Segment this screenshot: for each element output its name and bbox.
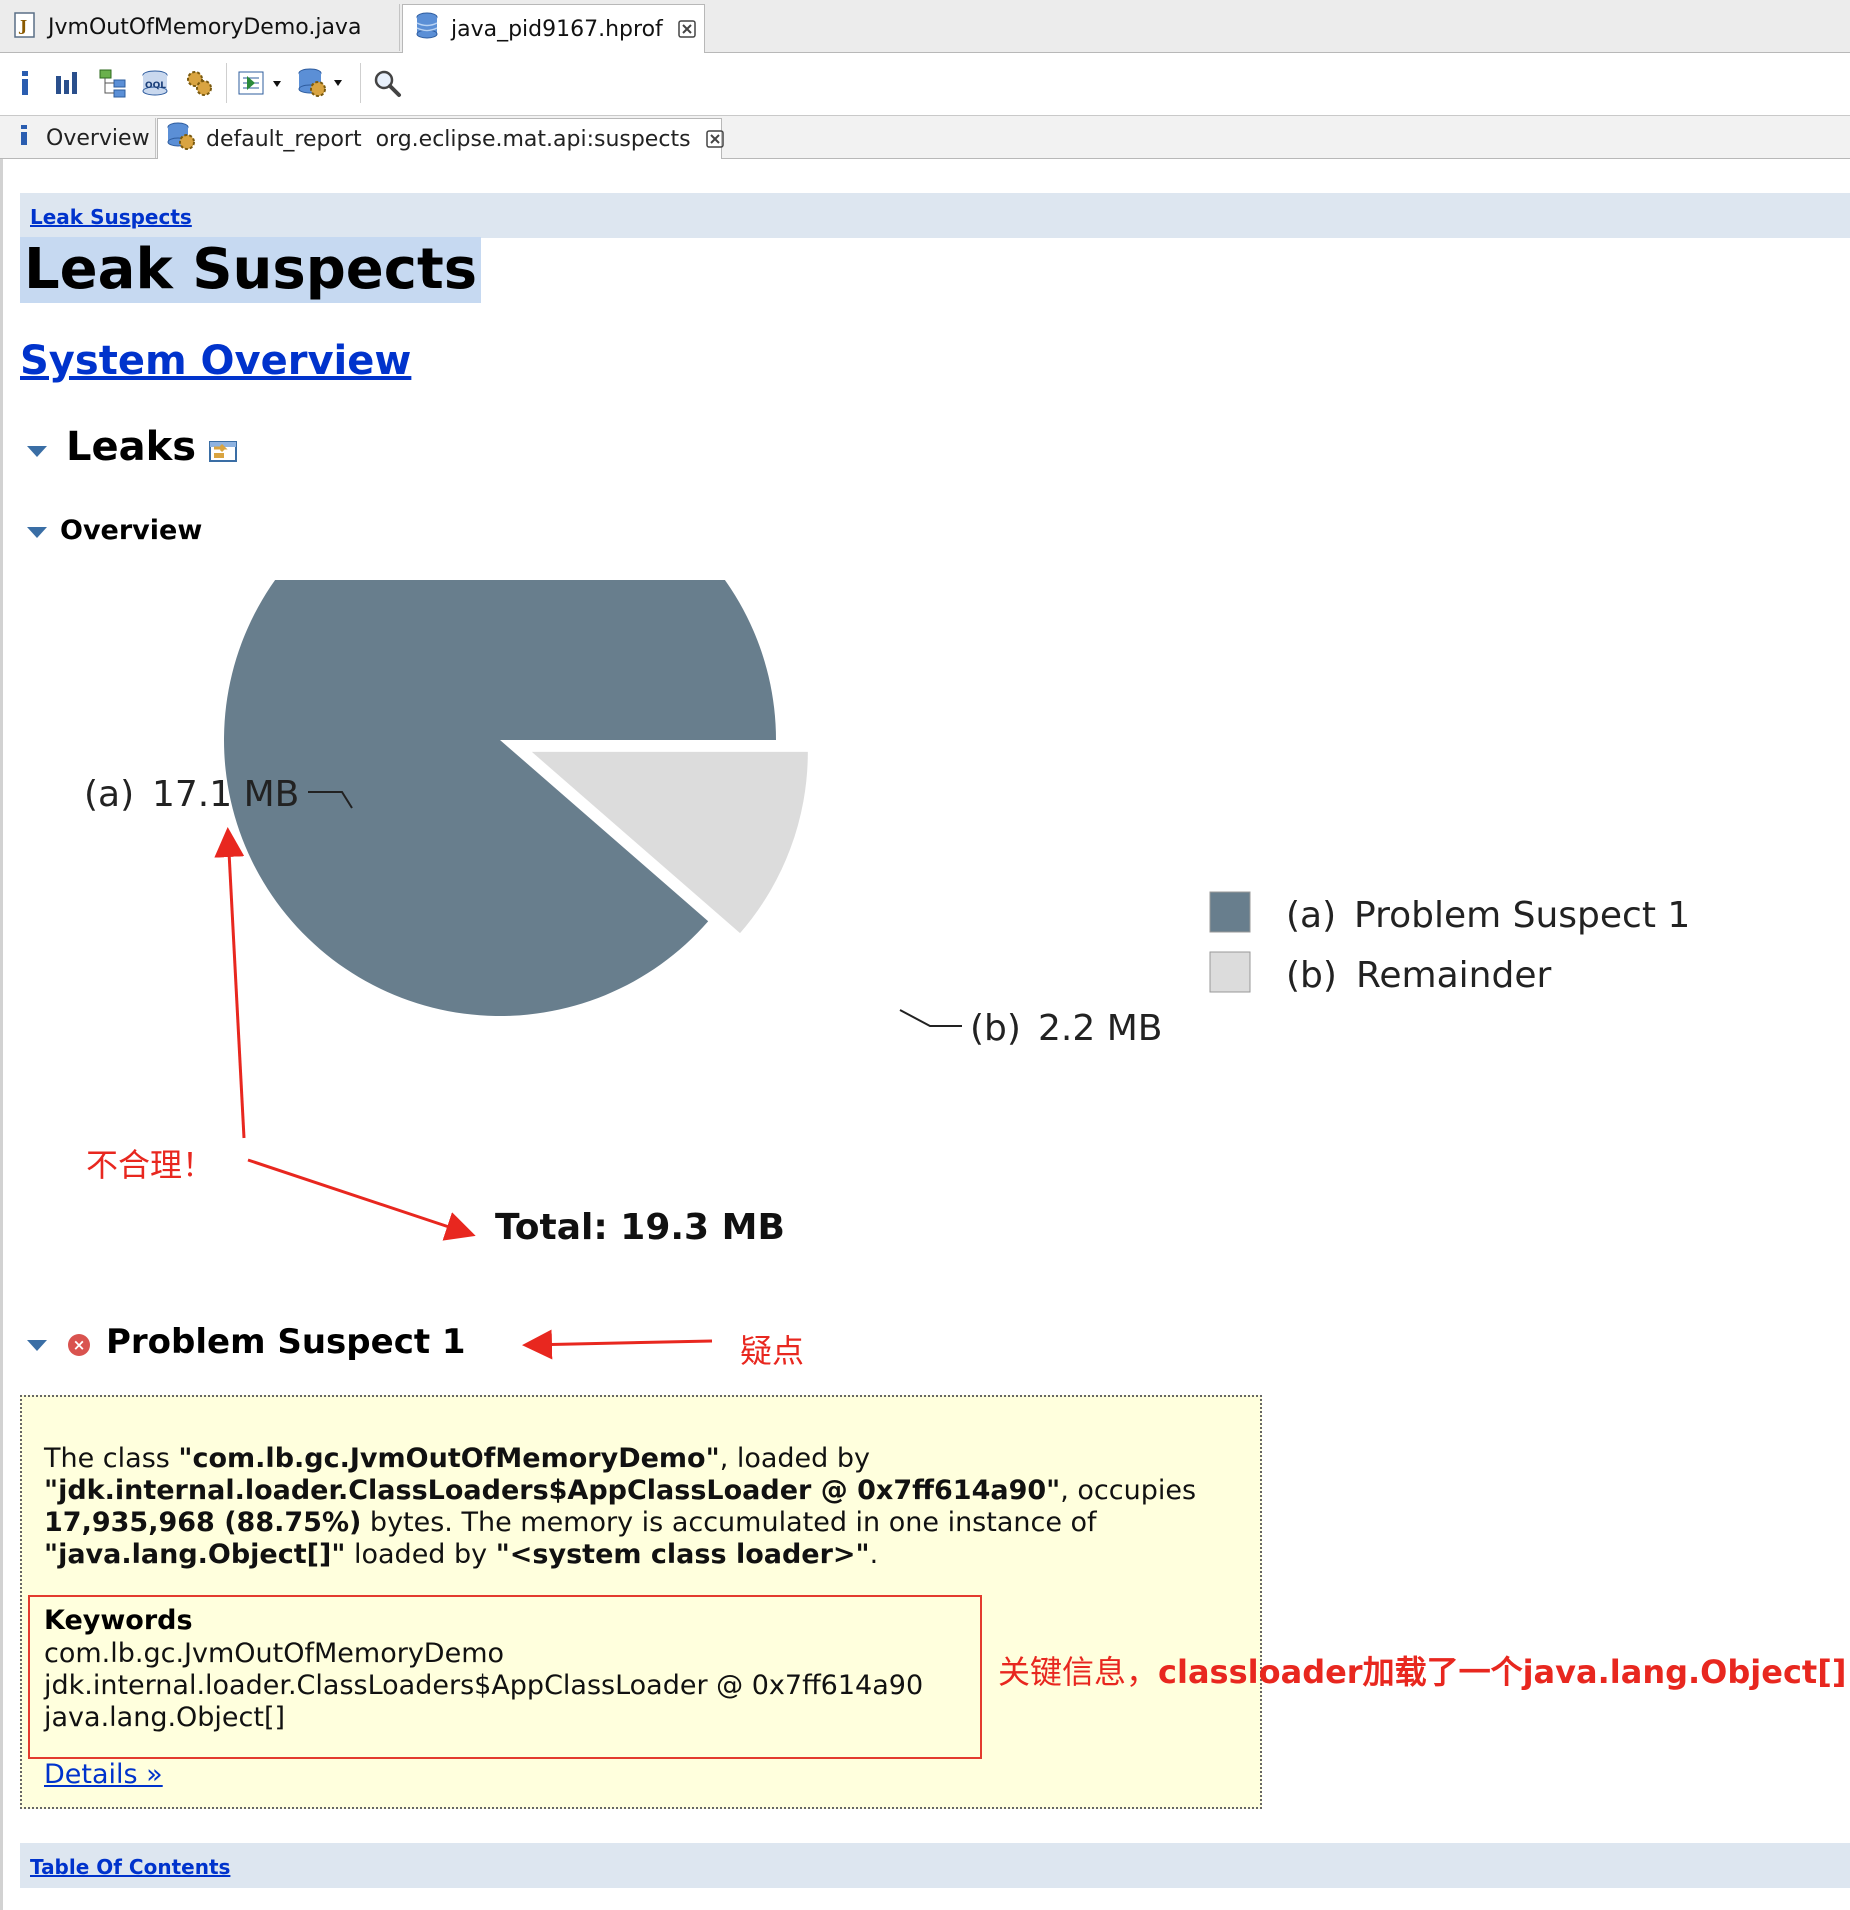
editor-tab-bar: J JvmOutOfMemoryDemo.java java_pid9167.h… (0, 0, 1850, 53)
breadcrumb-bar (20, 193, 1850, 238)
close-icon[interactable] (677, 19, 697, 39)
annotation-unreasonable: 不合理！ (86, 1146, 215, 1184)
close-icon[interactable] (705, 129, 725, 149)
keyword-item: java.lang.Object[] (44, 1702, 286, 1733)
editor-tab-label: java_pid9167.hprof (451, 16, 663, 42)
legend-swatch-a (1209, 891, 1251, 933)
description-classloader: "jdk.internal.loader.ClassLoaders$AppCla… (44, 1475, 1061, 1506)
collapse-overview-icon[interactable] (27, 527, 47, 538)
tab-overview[interactable]: Overview (6, 118, 156, 158)
description-text: bytes. The memory is accumulated in one … (361, 1507, 1097, 1538)
legend-key-b: (b) (1286, 955, 1337, 996)
search-icon[interactable] (370, 63, 404, 103)
report-icon (166, 121, 196, 157)
collapse-leaks-icon[interactable] (27, 446, 47, 457)
description-loader: "<system class loader>" (495, 1539, 870, 1570)
description-text: The class (44, 1443, 179, 1474)
slice-label-b-value: 2.2 MB (1038, 1008, 1162, 1049)
dominator-tree-icon[interactable] (96, 63, 130, 103)
description-size: 17,935,968 (88.75%) (44, 1507, 362, 1538)
details-link[interactable]: Details » (44, 1759, 163, 1790)
legend-label-b: Remainder (1356, 955, 1551, 996)
svg-text:J: J (18, 17, 27, 35)
tab-label: Overview (46, 125, 150, 151)
editor-tab-hprof[interactable]: java_pid9167.hprof (402, 4, 705, 53)
java-file-icon: J (14, 11, 36, 44)
run-expert-report-icon[interactable] (236, 63, 286, 103)
annotation-key-info: 关键信息，classloader加载了一个java.lang.Object[] (998, 1647, 1846, 1693)
description-instance: "java.lang.Object[]" (44, 1539, 346, 1570)
toc-bar (20, 1843, 1850, 1888)
suspect-description: The class "com.lb.gc.JvmOutOfMemoryDemo"… (44, 1443, 1244, 1571)
editor-tab-java-file[interactable]: J JvmOutOfMemoryDemo.java (0, 4, 400, 51)
description-text: , loaded by (719, 1443, 871, 1474)
heap-dump-icon (415, 12, 439, 46)
toolbar-separator (360, 63, 361, 103)
chart-total-label: Total: 19.3 MB (495, 1207, 785, 1248)
description-class: "com.lb.gc.JvmOutOfMemoryDemo" (178, 1443, 720, 1474)
slice-label-a-value: 17.1 MB (152, 774, 299, 815)
histogram-icon[interactable] (52, 63, 82, 103)
leaks-details-icon[interactable] (208, 436, 240, 468)
collapse-problem-suspect-icon[interactable] (27, 1340, 47, 1351)
description-text: loaded by (345, 1539, 496, 1570)
error-icon: × (68, 1334, 90, 1356)
info-icon (18, 124, 30, 152)
toolbar: OQL (0, 53, 1850, 116)
info-icon[interactable] (12, 63, 38, 103)
oql-icon[interactable]: OQL (138, 63, 172, 103)
description-text: . (869, 1539, 879, 1570)
keywords-title: Keywords (44, 1605, 193, 1636)
editor-tab-label: JvmOutOfMemoryDemo.java (48, 15, 362, 40)
content-frame-border (0, 159, 3, 1910)
leaks-heading: Leaks (66, 424, 197, 470)
legend-key-a: (a) (1286, 895, 1336, 936)
annotation-key-info-text: classloader加载了一个java.lang.Object[] (1158, 1653, 1847, 1691)
keyword-item: com.lb.gc.JvmOutOfMemoryDemo (44, 1638, 505, 1669)
report-tab-bar: Overview default_report org.eclipse.mat.… (0, 116, 1850, 159)
annotation-key-info-prefix: 关键信息， (998, 1653, 1159, 1691)
system-overview-link[interactable]: System Overview (20, 338, 411, 384)
overview-heading: Overview (60, 515, 203, 546)
svg-text:OQL: OQL (145, 81, 166, 91)
arrow-to-problem-suspect (522, 1329, 713, 1360)
leader-line-b (899, 1009, 962, 1027)
keywords-highlight-box: Keywords com.lb.gc.JvmOutOfMemoryDemo jd… (28, 1595, 982, 1759)
slice-label-a-key: (a) (84, 774, 134, 815)
page-title: Leak Suspects (20, 237, 482, 303)
description-text: , occupies (1060, 1475, 1197, 1506)
slice-label-b-key: (b) (970, 1008, 1021, 1049)
query-browser-icon[interactable] (294, 63, 350, 103)
table-of-contents-link[interactable]: Table Of Contents (30, 1855, 230, 1879)
toolbar-separator (226, 63, 227, 103)
thread-overview-icon[interactable] (182, 63, 216, 103)
breadcrumb-leak-suspects-link[interactable]: Leak Suspects (30, 205, 192, 229)
problem-suspect-box: The class "com.lb.gc.JvmOutOfMemoryDemo"… (20, 1395, 1262, 1809)
tab-default-report[interactable]: default_report org.eclipse.mat.api:suspe… (157, 118, 725, 159)
tab-label: default_report org.eclipse.mat.api:suspe… (206, 126, 691, 152)
keyword-item: jdk.internal.loader.ClassLoaders$AppClas… (44, 1670, 924, 1701)
legend-swatch-b (1209, 951, 1251, 993)
annotation-doubt: 疑点 (740, 1332, 805, 1370)
legend-label-a: Problem Suspect 1 (1354, 895, 1690, 936)
leak-pie-chart: (a) 17.1 MB (b) 2.2 MB Total: 19.3 MB (a… (84, 580, 1690, 1248)
problem-suspect-heading: Problem Suspect 1 (106, 1322, 466, 1362)
